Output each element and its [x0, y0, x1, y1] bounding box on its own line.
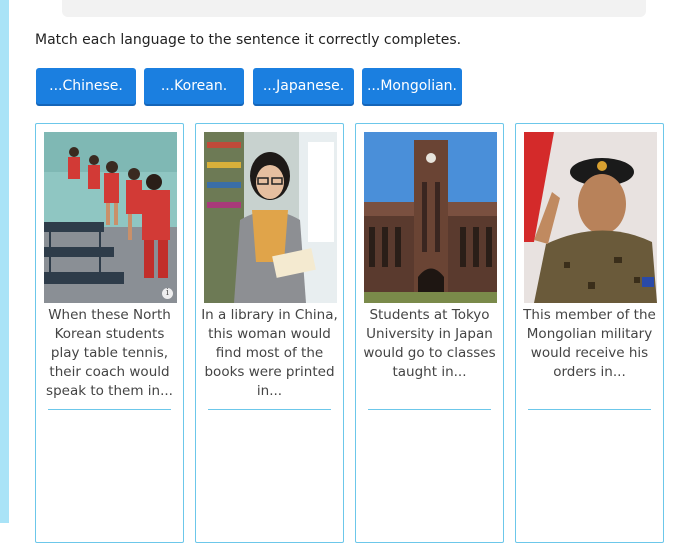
card-caption: Students at Tokyo University in Japan wo… — [363, 307, 496, 380]
answer-japanese-button[interactable]: ...Japanese. — [253, 68, 354, 104]
match-card-mongolian-soldier: This member of the Mongolian military wo… — [515, 123, 664, 543]
card-divider — [368, 409, 491, 410]
answer-korean-button[interactable]: ...Korean. — [144, 68, 244, 104]
card-divider — [528, 409, 651, 410]
answer-drop-zone[interactable] — [42, 416, 177, 542]
answer-mongolian-button[interactable]: ...Mongolian. — [362, 68, 462, 104]
card-caption: When these North Korean students play ta… — [46, 307, 173, 399]
card-caption: This member of the Mongolian military wo… — [523, 307, 656, 380]
tokyo-university-photo — [364, 132, 497, 303]
answer-drop-zone[interactable] — [522, 416, 657, 542]
answer-drop-zone[interactable] — [362, 416, 497, 542]
match-card-chinese-library: In a library in China, this woman would … — [195, 123, 344, 543]
table-tennis-students-photo: i — [44, 132, 177, 303]
instruction-text: Match each language to the sentence it c… — [35, 32, 462, 48]
card-caption: In a library in China, this woman would … — [201, 307, 338, 399]
match-card-tokyo-university: Students at Tokyo University in Japan wo… — [355, 123, 504, 543]
match-card-korean-students: i When these North Korean students play … — [35, 123, 184, 543]
card-divider — [48, 409, 171, 410]
card-divider — [208, 409, 331, 410]
info-icon[interactable]: i — [162, 288, 173, 299]
mongolian-soldier-photo — [524, 132, 657, 303]
answer-drop-zone[interactable] — [202, 416, 337, 542]
answer-chinese-button[interactable]: ...Chinese. — [36, 68, 136, 104]
previous-panel-bottom — [62, 0, 646, 17]
library-woman-photo — [204, 132, 337, 303]
left-accent-strip — [0, 0, 9, 523]
